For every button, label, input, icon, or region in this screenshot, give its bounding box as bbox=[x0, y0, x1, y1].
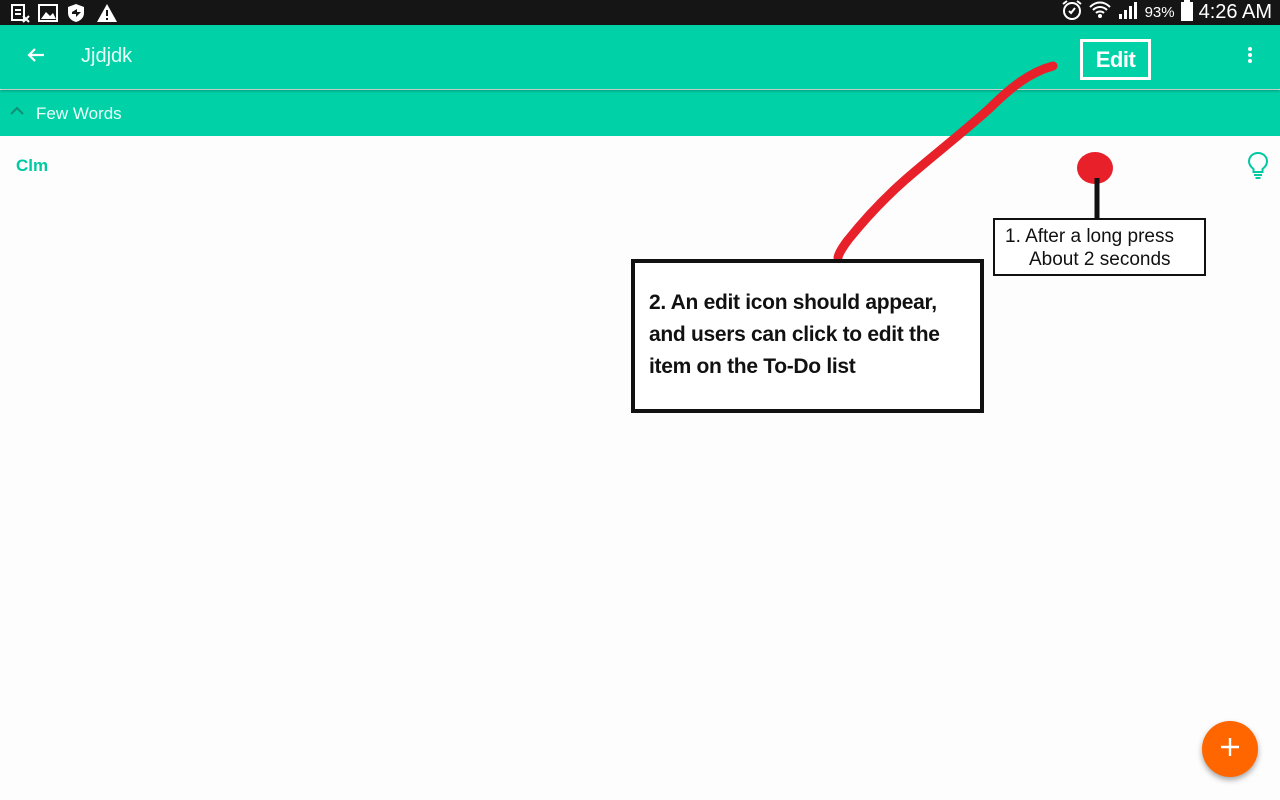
section-header[interactable]: Few Words bbox=[0, 90, 1280, 136]
back-button[interactable] bbox=[20, 41, 52, 73]
battery-percent: 93% bbox=[1144, 4, 1175, 21]
add-item-button[interactable] bbox=[1202, 721, 1258, 777]
more-vertical-icon bbox=[1247, 46, 1253, 68]
battery-icon bbox=[1180, 0, 1193, 26]
annotation-note-1-line-2: About 2 seconds bbox=[1029, 249, 1171, 270]
plus-icon bbox=[1219, 736, 1241, 763]
edit-button[interactable]: Edit bbox=[1080, 39, 1151, 80]
lightbulb-icon[interactable] bbox=[1246, 151, 1270, 184]
clock: 4:26 AM bbox=[1198, 1, 1272, 23]
chevron-up-icon bbox=[9, 104, 25, 123]
annotation-note-2: 2. An edit icon should appear, and users… bbox=[631, 259, 984, 413]
list-item-label: Clm bbox=[16, 156, 49, 175]
annotation-note-1-line-1: 1. After a long press bbox=[1005, 226, 1174, 247]
annotation-note-1: 1. After a long press About 2 seconds bbox=[993, 218, 1206, 276]
overflow-menu-button[interactable] bbox=[1236, 43, 1264, 71]
alarm-icon bbox=[1061, 0, 1083, 26]
section-title: Few Words bbox=[36, 104, 122, 123]
signal-icon bbox=[1117, 0, 1139, 25]
status-bar: 93% 4:26 AM bbox=[0, 0, 1280, 25]
wifi-icon bbox=[1088, 0, 1111, 26]
arrow-left-icon bbox=[26, 45, 46, 70]
list-item[interactable]: Clm bbox=[0, 137, 1280, 193]
system-icons: 93% 4:26 AM bbox=[1061, 0, 1272, 25]
page-title: Jjdjdk bbox=[81, 45, 133, 67]
app-bar: Jjdjdk Edit bbox=[0, 25, 1280, 89]
